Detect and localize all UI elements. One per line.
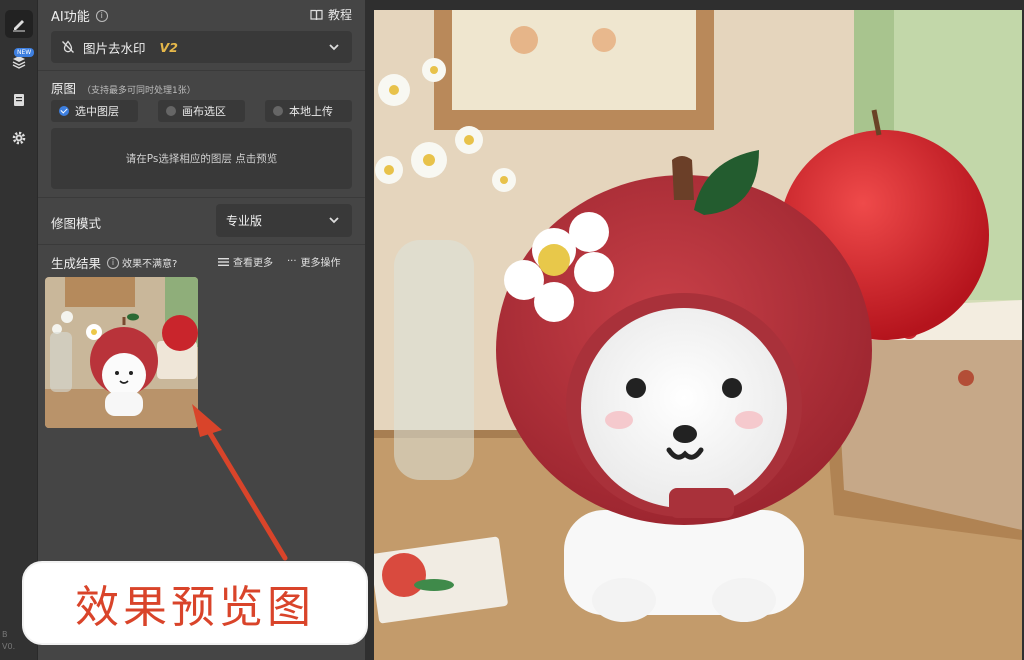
tutorial-link[interactable]: 教程 [310,6,352,23]
annotation-label: 效果预览图 [22,561,368,645]
feedback-link[interactable]: i 效果不满意? [107,255,177,270]
info-icon[interactable]: i [95,9,108,22]
view-more-link[interactable]: 查看更多 [218,254,273,269]
no-watermark-icon [62,40,74,53]
edit-tool-button[interactable] [5,10,33,38]
source-section-title: 原图 （支持最多可同时处理1张） [51,81,196,96]
ellipsis-icon: ··· [287,256,297,267]
option-canvas-selection[interactable]: 画布选区 [158,100,245,122]
version-text: B V0. [2,630,16,651]
function-select[interactable]: 图片去水印 V2 [51,31,352,63]
result-thumbnail[interactable] [45,277,198,428]
result-section-title: 生成结果 i 效果不满意? [51,255,178,271]
list-icon [218,257,229,266]
mode-select[interactable]: 专业版 [216,204,352,237]
app-window: NEW B V0. AI功能 i 教程 图片去水印 V2 原图 （支持最多可同时处理1… [0,0,1024,660]
pencil-icon [13,20,25,32]
chevron-down-icon [329,44,339,51]
new-badge: NEW [14,48,35,57]
history-tool-button[interactable] [5,86,33,114]
tool-rail: NEW B V0. [0,0,38,660]
source-preview-area[interactable]: 请在Ps选择相应的图层 点击预览 [51,128,352,189]
canvas-image[interactable] [374,10,1022,660]
document-icon [14,94,24,106]
option-selected-layer[interactable]: 选中图层 [51,100,138,122]
radio-checked-icon [59,106,69,116]
option-local-upload[interactable]: 本地上传 [265,100,352,122]
divider [38,197,365,198]
radio-icon [166,106,176,116]
divider [38,244,365,245]
result-thumbnail-image [45,277,198,428]
radio-icon [273,106,283,116]
settings-tool-button[interactable] [5,124,33,152]
panel-title: AI功能 i [51,6,108,25]
chevron-down-icon [329,217,339,224]
info-icon: i [107,256,120,269]
more-actions-link[interactable]: ··· 更多操作 [287,254,341,269]
gear-icon [12,131,26,145]
book-icon [310,9,323,20]
divider [38,70,365,71]
mode-label: 修图模式 [51,216,102,231]
canvas-image-graphic [374,10,1022,660]
